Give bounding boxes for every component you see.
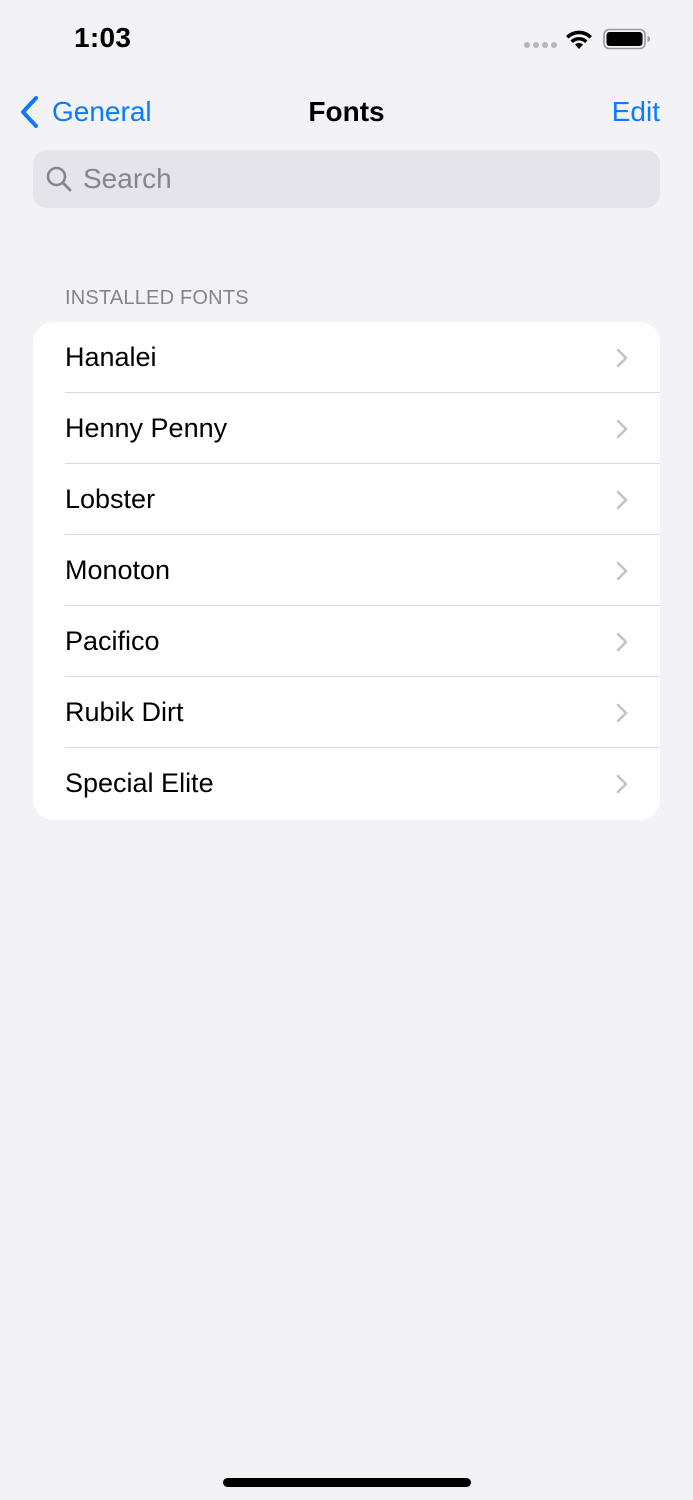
wifi-icon [566,30,592,49]
chevron-right-icon [616,348,628,368]
navigation-bar: General Fonts Edit [0,80,693,144]
font-name: Special Elite [65,768,214,798]
installed-fonts-list: Hanalei Henny Penny Lobster Monoton Paci… [33,322,660,820]
chevron-right-icon [616,490,628,510]
status-bar: 1:03 [0,0,693,80]
font-row-hanalei[interactable]: Hanalei [33,322,660,393]
search-placeholder: Search [83,163,172,194]
font-row-monoton[interactable]: Monoton [33,535,660,606]
home-indicator[interactable] [223,1478,471,1487]
chevron-right-icon [616,774,628,794]
font-row-special-elite[interactable]: Special Elite [33,748,660,819]
edit-button[interactable]: Edit [612,96,660,128]
font-row-lobster[interactable]: Lobster [33,464,660,535]
chevron-right-icon [616,561,628,581]
chevron-right-icon [616,703,628,723]
status-time: 1:03 [74,22,132,53]
font-name: Henny Penny [65,413,228,443]
search-icon [46,166,72,192]
cellular-signal-icon [524,42,558,48]
chevron-right-icon [616,419,628,439]
font-name: Monoton [65,555,171,585]
section-header-installed-fonts: INSTALLED FONTS [65,287,249,309]
font-row-rubik-dirt[interactable]: Rubik Dirt [33,677,660,748]
font-name: Rubik Dirt [65,697,184,727]
font-row-henny-penny[interactable]: Henny Penny [33,393,660,464]
font-name: Hanalei [65,342,157,372]
font-name: Lobster [65,484,156,514]
page-title: Fonts [308,96,385,127]
search-input[interactable]: Search [33,150,660,208]
battery-icon [603,28,650,50]
chevron-right-icon [616,632,628,652]
font-row-pacifico[interactable]: Pacifico [33,606,660,677]
font-name: Pacifico [65,626,160,656]
